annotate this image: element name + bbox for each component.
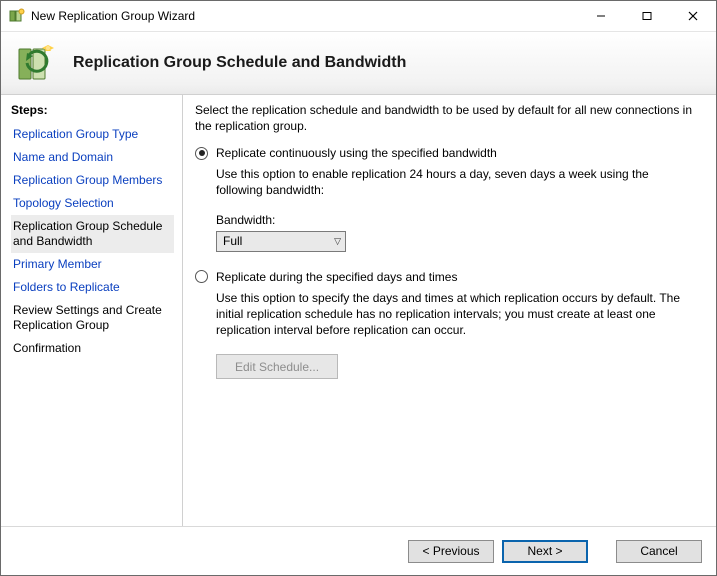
chevron-down-icon: ▽: [334, 236, 341, 247]
step-replication-group-members[interactable]: Replication Group Members: [11, 169, 174, 192]
radio-scheduled[interactable]: Replicate during the specified days and …: [195, 270, 696, 284]
option-continuous-desc: Use this option to enable replication 24…: [216, 166, 696, 198]
close-button[interactable]: [670, 1, 716, 31]
step-folders-to-replicate[interactable]: Folders to Replicate: [11, 276, 174, 299]
radio-scheduled-label: Replicate during the specified days and …: [216, 270, 457, 284]
step-replication-group-type[interactable]: Replication Group Type: [11, 123, 174, 146]
window-controls: [578, 1, 716, 31]
next-button[interactable]: Next >: [502, 540, 588, 563]
steps-sidebar: Steps: Replication Group Type Name and D…: [1, 95, 183, 526]
wizard-header-icon: [15, 41, 59, 85]
cancel-button[interactable]: Cancel: [616, 540, 702, 563]
step-review-settings: Review Settings and Create Replication G…: [11, 299, 174, 337]
window-title: New Replication Group Wizard: [31, 9, 578, 23]
radio-continuous[interactable]: Replicate continuously using the specifi…: [195, 146, 696, 160]
wizard-window: New Replication Group Wizard: [0, 0, 717, 576]
maximize-button[interactable]: [624, 1, 670, 31]
step-topology-selection[interactable]: Topology Selection: [11, 192, 174, 215]
step-name-and-domain[interactable]: Name and Domain: [11, 146, 174, 169]
wizard-footer: < Previous Next > Cancel: [1, 526, 716, 575]
wizard-content: Select the replication schedule and band…: [183, 95, 716, 526]
wizard-heading: Replication Group Schedule and Bandwidth: [73, 54, 406, 72]
option-scheduled-desc: Use this option to specify the days and …: [216, 290, 696, 339]
bandwidth-label: Bandwidth:: [216, 213, 696, 227]
app-icon: [9, 8, 25, 24]
previous-button[interactable]: < Previous: [408, 540, 494, 563]
bandwidth-value: Full: [223, 234, 242, 248]
bandwidth-dropdown[interactable]: Full ▽: [216, 231, 346, 252]
step-confirmation: Confirmation: [11, 337, 174, 360]
edit-schedule-button: Edit Schedule...: [216, 354, 338, 379]
intro-text: Select the replication schedule and band…: [195, 103, 696, 134]
minimize-button[interactable]: [578, 1, 624, 31]
wizard-body: Steps: Replication Group Type Name and D…: [1, 95, 716, 526]
radio-continuous-label: Replicate continuously using the specifi…: [216, 146, 497, 160]
steps-title: Steps:: [11, 103, 174, 117]
radio-icon: [195, 147, 208, 160]
step-primary-member[interactable]: Primary Member: [11, 253, 174, 276]
titlebar: New Replication Group Wizard: [1, 1, 716, 32]
option-scheduled: Replicate during the specified days and …: [195, 270, 696, 380]
option-continuous: Replicate continuously using the specifi…: [195, 146, 696, 251]
step-schedule-and-bandwidth: Replication Group Schedule and Bandwidth: [11, 215, 174, 253]
radio-icon: [195, 270, 208, 283]
wizard-header: Replication Group Schedule and Bandwidth: [1, 32, 716, 95]
